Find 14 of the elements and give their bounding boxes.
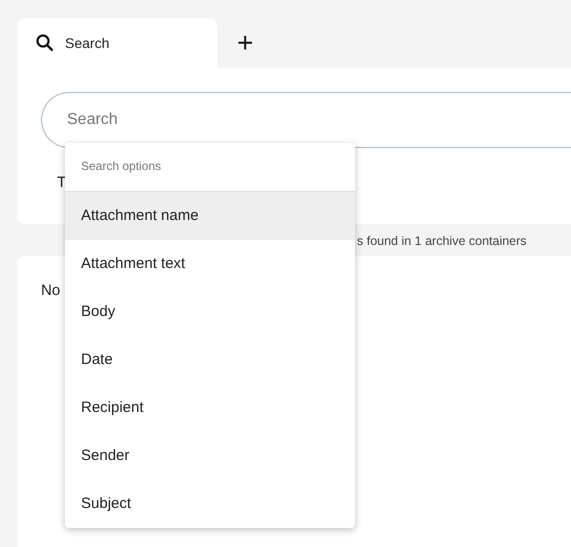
menu-item[interactable]: Sender [65, 432, 355, 480]
menu-item[interactable]: Subject [65, 480, 355, 528]
search-field[interactable]: Search [41, 92, 571, 148]
menu-item[interactable]: Attachment text [65, 240, 355, 288]
menu-item[interactable]: Date [65, 336, 355, 384]
no-results-text: No [41, 282, 62, 299]
search-tab[interactable]: Search [17, 18, 217, 68]
search-icon [35, 33, 55, 53]
status-text: s found in 1 archive containers [356, 233, 528, 250]
menu-item[interactable]: Attachment name [65, 192, 355, 240]
options-label: T [57, 174, 68, 191]
menu-item[interactable]: Recipient [65, 384, 355, 432]
add-tab-button[interactable]: + [233, 29, 258, 57]
menu-item[interactable]: Body [65, 288, 355, 336]
